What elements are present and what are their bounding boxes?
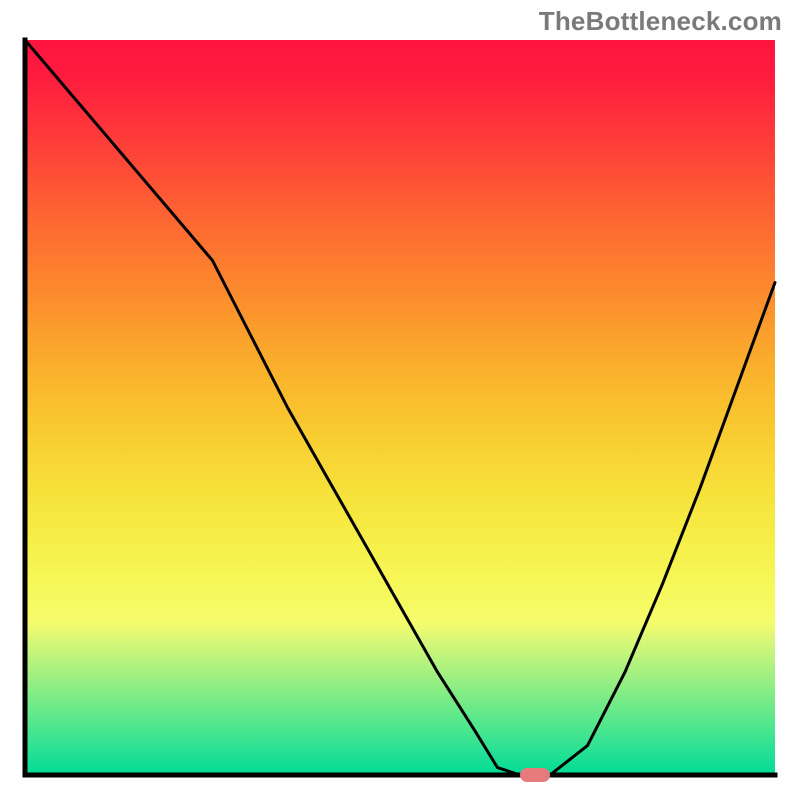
optimal-marker bbox=[520, 768, 550, 782]
gradient-background bbox=[25, 40, 775, 775]
watermark-label: TheBottleneck.com bbox=[539, 6, 782, 37]
chart-container: TheBottleneck.com bbox=[0, 0, 800, 800]
bottleneck-chart bbox=[0, 0, 800, 800]
